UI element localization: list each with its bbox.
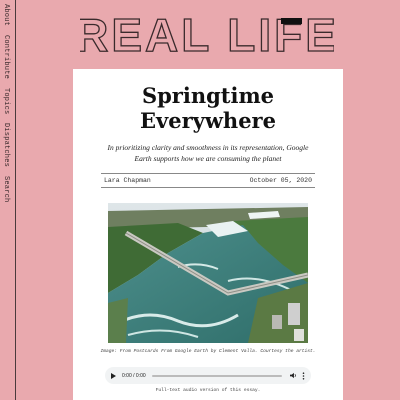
article-card: Springtime Everywhere In prioritizing cl… <box>73 69 343 400</box>
site-logo[interactable]: REAL LIFE <box>80 15 334 55</box>
byline: Lara Chapman October 05, 2020 <box>101 173 315 188</box>
logo-accent-bar <box>281 18 302 24</box>
volume-icon[interactable] <box>290 372 297 379</box>
hero-image <box>108 203 308 343</box>
audio-player: 0:00 / 0:00 <box>105 367 311 384</box>
image-caption: Image: From Postcards From Google Earth … <box>100 349 316 354</box>
nav-item-about[interactable]: About <box>2 4 10 26</box>
article-title-line-2: Everywhere <box>140 108 276 133</box>
publish-date: October 05, 2020 <box>249 177 312 184</box>
play-icon[interactable] <box>111 372 116 379</box>
nav-divider <box>15 0 16 400</box>
nav-item-contribute[interactable]: Contribute <box>2 35 10 79</box>
article-subtitle: In prioritizing clarity and smoothness i… <box>107 143 309 163</box>
nav-item-dispatches[interactable]: Dispatches <box>2 123 10 167</box>
audio-progress-track[interactable] <box>151 374 282 377</box>
article-title-line-1: Springtime <box>141 83 275 108</box>
nav-item-search[interactable]: Search <box>2 176 10 202</box>
left-nav: About Contribute Topics Dispatches Searc… <box>0 0 14 400</box>
nav-list: About Contribute Topics Dispatches Searc… <box>2 4 10 212</box>
article-title: Springtime Everywhere <box>73 83 343 133</box>
audio-note: Full-text audio version of this essay. <box>155 388 261 393</box>
author-name[interactable]: Lara Chapman <box>104 177 151 184</box>
audio-time: 0:00 / 0:00 <box>122 372 146 379</box>
more-options-icon[interactable] <box>302 371 305 380</box>
nav-item-topics[interactable]: Topics <box>2 88 10 114</box>
